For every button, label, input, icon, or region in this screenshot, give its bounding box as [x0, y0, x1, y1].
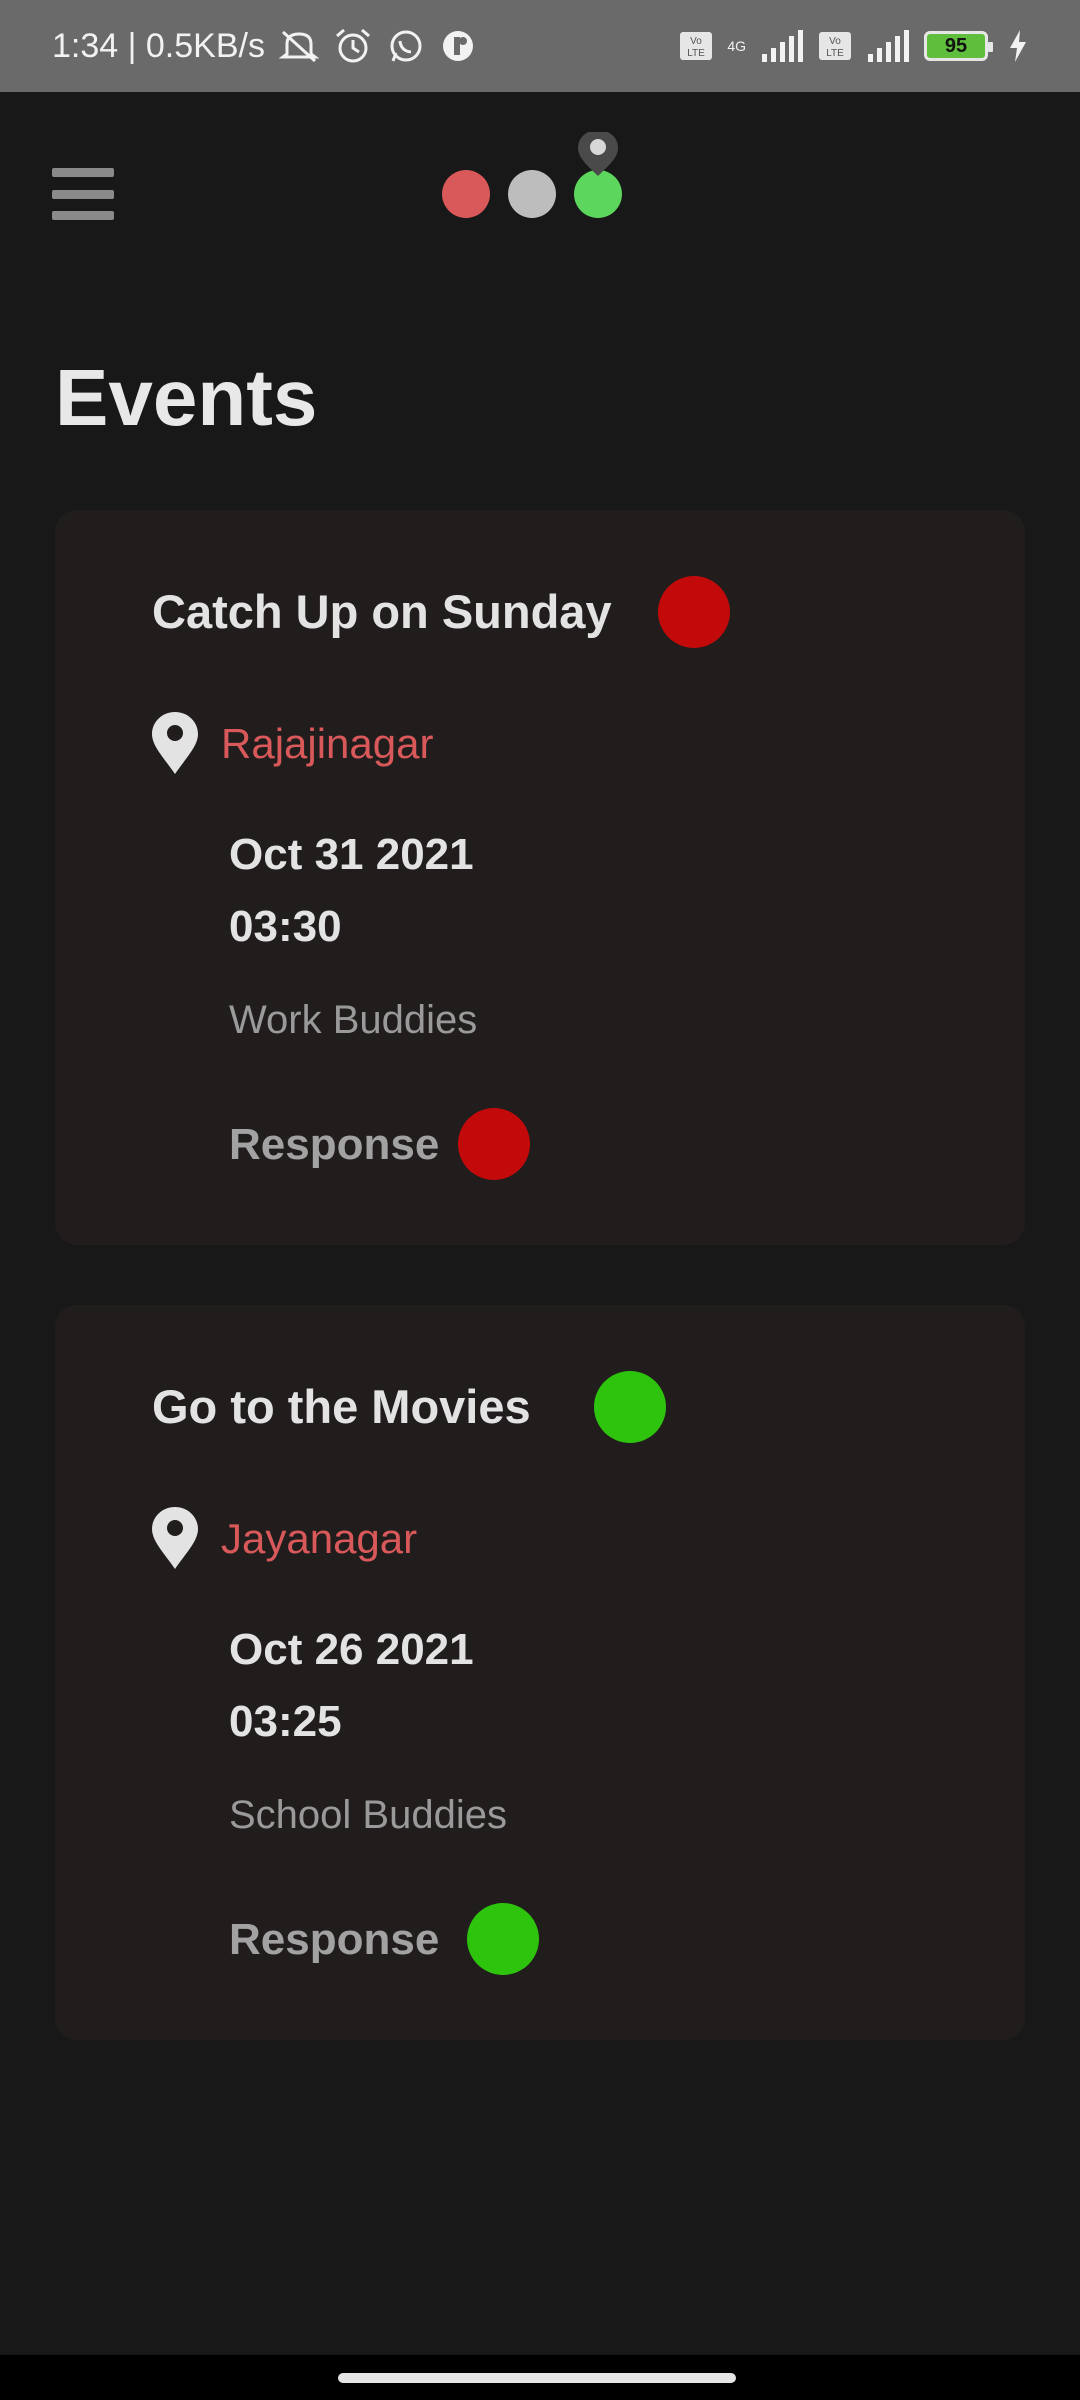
page-title: Events [55, 353, 318, 442]
mute-icon [278, 28, 319, 64]
signal-4g-icon: 4G [727, 39, 746, 53]
logo-red-dot [442, 170, 490, 218]
volte-icon-2: Vo LTE [818, 31, 852, 61]
menu-line [52, 211, 114, 220]
event-date: Oct 26 2021 [229, 1625, 474, 1674]
event-time: 03:30 [229, 902, 342, 951]
status-bar: 1:34 | 0.5KB/s Vo LTE 4G Vo LTE 95 [0, 0, 1080, 92]
menu-line [52, 189, 114, 199]
hamburger-menu-icon[interactable] [52, 168, 114, 220]
menu-line [52, 168, 114, 177]
event-date: Oct 31 2021 [229, 830, 474, 879]
app-bar [0, 92, 1080, 292]
event-status-dot [594, 1371, 666, 1443]
status-time-speed: 1:34 | 0.5KB/s [52, 26, 265, 65]
network-type-label: 4G [727, 38, 746, 54]
home-gesture-handle[interactable] [338, 2373, 736, 2383]
logo-pin-hole [590, 139, 606, 155]
event-status-dot [658, 576, 730, 648]
location-pin-icon [152, 712, 198, 774]
event-location[interactable]: Rajajinagar [221, 720, 433, 768]
response-dot[interactable] [467, 1903, 539, 1975]
logo-grey-dot [508, 170, 556, 218]
signal-icon [760, 30, 804, 62]
status-bar-left: 1:34 | 0.5KB/s [52, 27, 477, 66]
system-nav-bar [0, 2355, 1080, 2400]
charging-icon [1008, 30, 1028, 62]
battery-icon: 95 [924, 31, 993, 61]
response-label: Response [229, 1915, 440, 1964]
event-title: Catch Up on Sunday [152, 585, 612, 638]
event-location[interactable]: Jayanagar [221, 1515, 417, 1563]
app-notification-icon [439, 27, 477, 65]
event-card[interactable]: Catch Up on Sunday Rajajinagar Oct 31 20… [55, 510, 1025, 1245]
app-logo [442, 132, 622, 218]
battery-level: 95 [944, 34, 968, 57]
location-pin-icon [152, 1507, 198, 1569]
response-dot[interactable] [458, 1108, 530, 1180]
svg-text:Vo: Vo [690, 36, 702, 47]
signal-icon-2 [866, 30, 910, 62]
svg-text:Vo: Vo [829, 36, 841, 47]
event-time: 03:25 [229, 1697, 342, 1746]
event-group: School Buddies [229, 1793, 507, 1837]
alarm-icon [333, 27, 373, 65]
status-bar-right: Vo LTE 4G Vo LTE 95 [679, 30, 1028, 62]
event-group: Work Buddies [229, 998, 478, 1042]
whatsapp-icon [387, 27, 425, 65]
volte-icon: Vo LTE [679, 31, 713, 61]
event-card[interactable]: Go to the Movies Jayanagar Oct 26 2021 0… [55, 1305, 1025, 2040]
logo-green-dot [574, 170, 622, 218]
svg-text:LTE: LTE [688, 48, 706, 59]
event-title: Go to the Movies [152, 1380, 531, 1433]
svg-text:LTE: LTE [826, 48, 844, 59]
response-label: Response [229, 1120, 440, 1169]
